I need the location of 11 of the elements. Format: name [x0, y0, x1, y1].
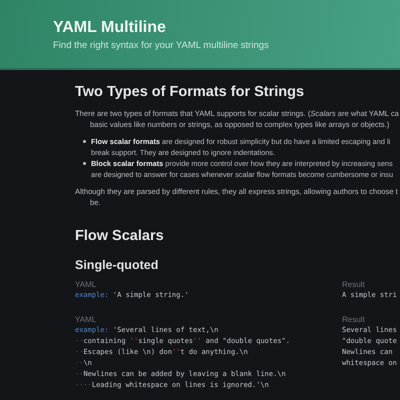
bullet-icon: [83, 162, 86, 165]
section-heading: Flow Scalars: [75, 228, 165, 244]
result-label: Result: [342, 280, 366, 289]
result-label: Result: [342, 315, 366, 324]
yaml-label: YAML: [75, 315, 98, 324]
site-title: YAML Multiline: [53, 18, 167, 38]
site-subtitle: Find the right syntax for your YAML multiline strings: [53, 40, 269, 50]
bullet-icon: [83, 140, 86, 143]
subsection-heading: Single-quoted: [75, 258, 160, 272]
yaml-label: YAML: [75, 280, 98, 289]
section-heading: Two Types of Formats for Strings: [75, 84, 306, 100]
